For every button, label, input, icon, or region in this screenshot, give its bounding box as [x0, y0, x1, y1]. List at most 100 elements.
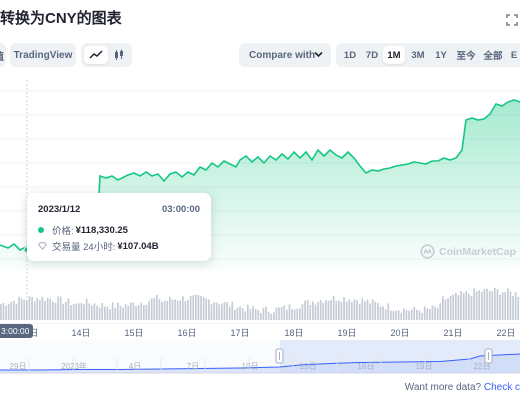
volume-bar: [452, 294, 455, 320]
range-3m-button[interactable]: 3M: [407, 46, 429, 64]
volume-bar: [179, 300, 182, 320]
volume-bar: [369, 303, 371, 320]
volume-bar: [301, 303, 304, 320]
range-ytd-button[interactable]: 至今: [453, 46, 479, 64]
navigator-label: 16日: [357, 362, 375, 371]
volume-bar: [192, 295, 195, 320]
volume-bar: [460, 290, 462, 320]
expand-icon[interactable]: [506, 14, 518, 26]
volume-bar: [174, 299, 176, 320]
volume-bar: [392, 311, 395, 320]
volume-bar: [299, 308, 301, 320]
range-1y-button[interactable]: 1Y: [430, 46, 452, 64]
volume-bar: [140, 302, 143, 320]
volume-bar: [478, 290, 481, 320]
navigator-label: 29日: [9, 362, 27, 371]
coinmarketcap-watermark: CoinMarketCap: [420, 244, 516, 259]
volume-bar: [221, 303, 223, 320]
line-chart-button[interactable]: [84, 46, 108, 64]
volume-bar: [348, 299, 351, 320]
volume-bar: [241, 308, 244, 320]
range-date-button-partial[interactable]: E: [508, 46, 520, 64]
volume-bar: [52, 301, 54, 320]
volume-bar: [36, 298, 39, 320]
range-1m-button[interactable]: 1M: [383, 46, 405, 64]
volume-bar: [184, 301, 187, 320]
volume-bar: [366, 299, 369, 320]
range-1m-label: 1M: [387, 49, 401, 61]
volume-bar: [280, 307, 283, 320]
volume-bar: [210, 304, 213, 320]
volume-bar: [304, 300, 306, 320]
volume-bar: [145, 304, 148, 320]
volume-bar: [75, 303, 78, 320]
volume-bar: [296, 308, 299, 320]
volume-bar: [405, 310, 408, 320]
volume-bar: [465, 291, 468, 320]
volume-bar: [330, 300, 332, 320]
volume-bar: [288, 304, 291, 320]
volume-bar: [67, 298, 70, 320]
volume-bar: [447, 298, 449, 320]
tab-price-label: 值: [0, 48, 4, 63]
candlestick-button[interactable]: [108, 46, 130, 64]
volume-bar: [442, 296, 444, 320]
x-axis-label: 19日: [337, 328, 357, 338]
tab-tradingview[interactable]: TradingView: [10, 43, 76, 67]
range-1d-button[interactable]: 1D: [339, 46, 361, 64]
volume-bar: [169, 297, 171, 320]
volume-bar: [200, 295, 202, 320]
volume-bar: [143, 304, 145, 320]
range-7d-button[interactable]: 7D: [361, 46, 383, 64]
volume-bar: [132, 302, 135, 320]
volume-bar: [319, 299, 322, 320]
volume-bar: [413, 306, 416, 320]
volume-bar: [161, 301, 163, 320]
range-all-button[interactable]: 全部: [480, 46, 506, 64]
volume-bar: [80, 302, 83, 320]
tooltip-time: 03:00:00: [161, 204, 200, 215]
volume-bar: [517, 296, 520, 320]
range-1y-label: 1Y: [435, 49, 447, 61]
volume-bar: [231, 301, 234, 320]
chart-type-toggle: [81, 43, 132, 67]
volume-bar: [239, 306, 241, 320]
compare-with-dropdown[interactable]: Compare with: [239, 43, 331, 67]
x-axis-label: 22日: [496, 328, 516, 338]
diamond-icon: [38, 242, 47, 250]
volume-bar: [70, 305, 72, 320]
tab-price-partial[interactable]: 值: [0, 43, 6, 67]
volume-bar: [496, 289, 499, 320]
volume-bar: [257, 310, 260, 320]
volume-bar: [91, 305, 93, 320]
footer-more-data: Want more data? Check c: [405, 382, 520, 393]
volume-bar: [124, 304, 127, 320]
volume-bar: [228, 306, 231, 320]
chevron-down-icon: [314, 51, 323, 58]
volume-bar: [213, 302, 215, 320]
volume-bar: [135, 306, 137, 320]
navigator-label: 10日: [241, 362, 259, 371]
volume-bar: [475, 291, 478, 320]
volume-bar: [312, 301, 314, 320]
volume-bar: [18, 296, 20, 320]
volume-bar: [431, 305, 434, 320]
check-link[interactable]: Check c: [484, 382, 520, 393]
candlestick-icon: [115, 49, 123, 60]
volume-bar: [122, 307, 124, 320]
volume-bar: [163, 300, 166, 320]
volume-bar: [127, 305, 130, 320]
volume-bar: [187, 299, 189, 320]
volume-bar: [106, 306, 109, 320]
volume-bar: [78, 303, 80, 320]
volume-bar: [408, 310, 410, 320]
compare-with-label: Compare with: [249, 49, 316, 61]
volume-bar: [72, 303, 75, 320]
volume-bar: [314, 304, 317, 320]
volume-bar: [195, 294, 197, 320]
range-date-label: E: [510, 49, 518, 61]
volume-bar: [293, 309, 296, 320]
navigator-label: 4日: [128, 362, 142, 371]
volume-bar: [283, 305, 286, 320]
tooltip-volume-label: 交易量 24小时:: [52, 242, 116, 253]
